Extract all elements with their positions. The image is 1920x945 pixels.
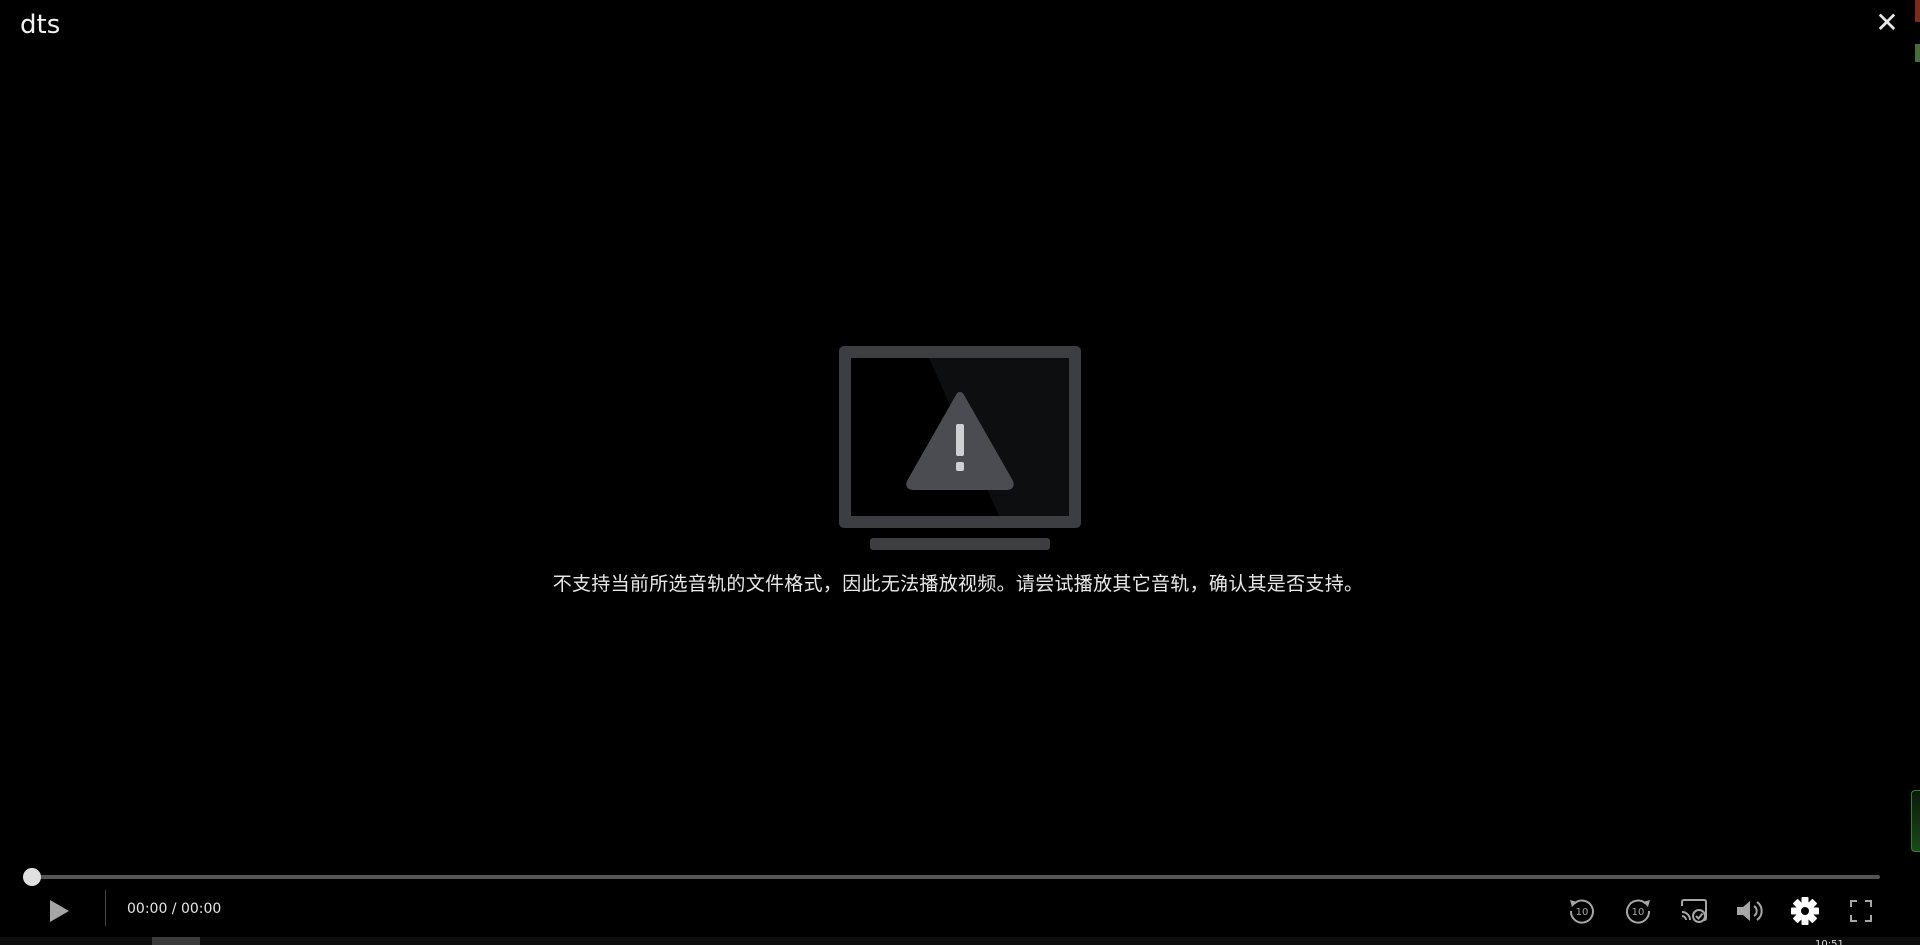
seek-track xyxy=(30,875,1880,879)
close-button[interactable]: ✕ xyxy=(1872,8,1902,38)
video-player: dts ✕ 不支持当前所选音轨的文件格式，因此无法播放视频。请尝试播放其它音轨，… xyxy=(0,0,1920,945)
taskbar-thumb[interactable] xyxy=(152,937,200,945)
volume-icon[interactable] xyxy=(1732,894,1766,928)
duration: 00:00 xyxy=(180,901,222,917)
edge-widget xyxy=(1914,0,1920,62)
forward-10-icon[interactable]: 10 xyxy=(1621,894,1655,928)
error-panel: 不支持当前所选音轨的文件格式，因此无法播放视频。请尝试播放其它音轨，确认其是否支… xyxy=(0,346,1920,596)
time-separator: / xyxy=(167,901,181,917)
side-level-meter xyxy=(1911,790,1920,852)
rewind-10-icon[interactable]: 10 xyxy=(1565,894,1599,928)
control-divider xyxy=(105,890,106,926)
cast-icon[interactable] xyxy=(1677,894,1711,928)
time-display: 00:00 / 00:00 xyxy=(127,901,221,917)
video-title: dts xyxy=(20,10,61,40)
gear-icon[interactable] xyxy=(1788,894,1822,928)
error-message: 不支持当前所选音轨的文件格式，因此无法播放视频。请尝试播放其它音轨，确认其是否支… xyxy=(552,573,1364,595)
play-icon[interactable] xyxy=(42,895,74,927)
seek-bar[interactable] xyxy=(23,868,1880,886)
seek-handle[interactable] xyxy=(23,868,41,886)
taskbar-clock: 10:51 xyxy=(1815,939,1844,945)
tv-warning-icon xyxy=(839,346,1081,550)
rewind-label: 10 xyxy=(1576,907,1589,918)
fullscreen-icon[interactable] xyxy=(1844,894,1878,928)
current-time: 00:00 xyxy=(127,901,168,917)
forward-label: 10 xyxy=(1632,907,1645,918)
control-bar: 00:00 / 00:00 10 10 xyxy=(0,890,1920,935)
taskbar-strip: 10:51 xyxy=(0,937,1920,945)
